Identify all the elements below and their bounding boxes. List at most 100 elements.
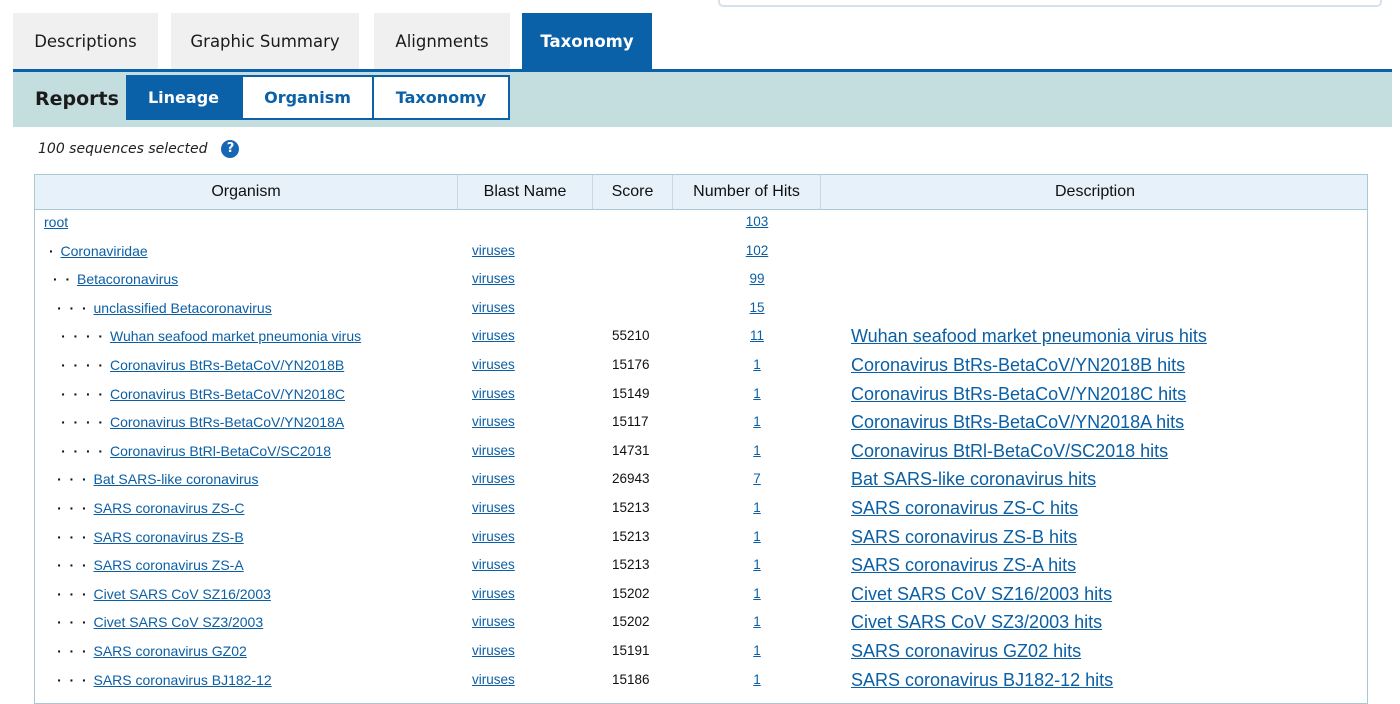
header-score[interactable]: Score [593,175,673,209]
blast-name-link[interactable]: viruses [472,408,515,436]
header-organism[interactable]: Organism [35,175,458,209]
hits-link[interactable]: 15 [737,294,777,322]
organism-link[interactable]: SARS coronavirus ZS-A [94,557,244,573]
organism-cell: · · Betacoronavirus [53,265,178,293]
hits-link[interactable]: 1 [737,637,777,665]
blast-name-link[interactable]: viruses [472,237,515,265]
description-link[interactable]: Wuhan seafood market pneumonia virus hit… [851,322,1207,350]
score-cell: 14731 [612,442,650,458]
score-cell: 26943 [612,471,650,487]
report-tab-organism[interactable]: Organism [241,75,374,120]
organism-link[interactable]: Coronavirus BtRl-BetaCoV/SC2018 [110,443,331,459]
blast-name-link[interactable]: viruses [472,322,515,350]
organism-link[interactable]: Bat SARS-like coronavirus [94,471,259,487]
table-header: Organism Blast Name Score Number of Hits… [35,175,1367,210]
description-link[interactable]: Coronavirus BtRs-BetaCoV/YN2018A hits [851,408,1184,436]
organism-link[interactable]: Coronavirus BtRs-BetaCoV/YN2018A [110,414,344,430]
blast-name-link[interactable]: viruses [472,465,515,493]
tree-indent-dots: · · · [57,528,91,545]
hits-link[interactable]: 99 [737,265,777,293]
organism-cell: · · · SARS coronavirus ZS-C [57,494,245,522]
header-number-of-hits[interactable]: Number of Hits [673,175,821,209]
tab-descriptions[interactable]: Descriptions [13,13,158,69]
blast-name-link[interactable]: viruses [472,666,515,694]
blast-name-link[interactable]: viruses [472,294,515,322]
description-link[interactable]: Bat SARS-like coronavirus hits [851,465,1096,493]
organism-link[interactable]: unclassified Betacoronavirus [94,300,272,316]
hits-link[interactable]: 7 [737,465,777,493]
tab-taxonomy[interactable]: Taxonomy [522,13,652,69]
organism-link[interactable]: root [44,214,68,230]
organism-cell: · · · Civet SARS CoV SZ16/2003 [57,580,271,608]
hits-link[interactable]: 1 [737,351,777,379]
report-tab-taxonomy[interactable]: Taxonomy [372,75,510,120]
reports-bar: Reports Lineage Organism Taxonomy [13,72,1392,127]
description-link[interactable]: SARS coronavirus ZS-B hits [851,523,1077,551]
tab-alignments[interactable]: Alignments [374,13,510,69]
organism-link[interactable]: SARS coronavirus ZS-B [94,529,244,545]
lineage-table: Organism Blast Name Score Number of Hits… [34,174,1368,704]
hits-link[interactable]: 11 [737,322,777,350]
hits-link[interactable]: 1 [737,523,777,551]
hits-link[interactable]: 1 [737,437,777,465]
description-link[interactable]: SARS coronavirus ZS-C hits [851,494,1078,522]
organism-link[interactable]: Civet SARS CoV SZ3/2003 [94,614,264,630]
score-cell: 15202 [612,614,650,630]
description-link[interactable]: Coronavirus BtRs-BetaCoV/YN2018B hits [851,351,1185,379]
organism-link[interactable]: Wuhan seafood market pneumonia virus [110,328,361,344]
organism-cell: · · · SARS coronavirus BJ182-12 [57,666,272,694]
description-link[interactable]: Coronavirus BtRl-BetaCoV/SC2018 hits [851,437,1168,465]
selection-summary: 100 sequences selected ? [38,140,240,158]
report-tab-lineage[interactable]: Lineage [126,75,241,120]
blast-name-link[interactable]: viruses [472,608,515,636]
organism-cell: · · · Civet SARS CoV SZ3/2003 [57,608,264,636]
blast-name-link[interactable]: viruses [472,580,515,608]
blast-name-link[interactable]: viruses [472,551,515,579]
hits-link[interactable]: 1 [737,494,777,522]
hits-link[interactable]: 102 [737,237,777,265]
organism-link[interactable]: Coronavirus BtRs-BetaCoV/YN2018B [110,357,344,373]
description-link[interactable]: SARS coronavirus BJ182-12 hits [851,666,1113,694]
organism-link[interactable]: SARS coronavirus ZS-C [94,500,245,516]
description-link[interactable]: SARS coronavirus GZ02 hits [851,637,1081,665]
description-link[interactable]: Coronavirus BtRs-BetaCoV/YN2018C hits [851,380,1186,408]
tree-indent-dots: · · · · [61,328,107,345]
table-row: · · · Civet SARS CoV SZ16/2003 viruses 152… [35,580,1367,608]
blast-name-link[interactable]: viruses [472,523,515,551]
hits-link[interactable]: 1 [737,666,777,694]
organism-link[interactable]: Betacoronavirus [77,271,178,287]
header-description[interactable]: Description [821,175,1367,209]
blast-name-link[interactable]: viruses [472,637,515,665]
hits-link[interactable]: 1 [737,408,777,436]
blast-name-link[interactable]: viruses [472,351,515,379]
description-link[interactable]: Civet SARS CoV SZ3/2003 hits [851,608,1102,636]
description-link[interactable]: SARS coronavirus ZS-A hits [851,551,1076,579]
blast-name-link[interactable]: viruses [472,265,515,293]
organism-link[interactable]: Civet SARS CoV SZ16/2003 [94,586,271,602]
organism-link[interactable]: SARS coronavirus BJ182-12 [94,672,272,688]
description-link[interactable]: Civet SARS CoV SZ16/2003 hits [851,580,1112,608]
organism-link[interactable]: SARS coronavirus GZ02 [94,643,247,659]
tab-graphic-summary[interactable]: Graphic Summary [171,13,359,69]
score-cell: 15176 [612,357,650,372]
hits-link[interactable]: 1 [737,608,777,636]
hits-link[interactable]: 1 [737,380,777,408]
tree-indent-dots: · · · · [61,414,107,431]
tree-indent-dots: · · · [57,500,91,516]
tree-indent-dots: · · · [57,585,91,602]
hits-link[interactable]: 1 [737,551,777,579]
hits-link[interactable]: 103 [737,208,777,236]
hits-link[interactable]: 1 [737,580,777,608]
tree-indent-dots: · · · [57,557,91,574]
blast-name-link[interactable]: viruses [472,437,515,465]
organism-link[interactable]: Coronavirus BtRs-BetaCoV/YN2018C [110,386,345,402]
score-cell: 15149 [612,385,650,401]
question-circle-icon[interactable]: ? [221,140,240,158]
header-blast-name[interactable]: Blast Name [458,175,593,209]
score-cell: 15202 [612,585,650,601]
score-cell: 15117 [612,414,649,430]
organism-link[interactable]: Coronaviridae [61,243,148,259]
blast-name-link[interactable]: viruses [472,380,515,408]
blast-name-link[interactable]: viruses [472,494,515,522]
search-field-edge[interactable] [718,0,1382,7]
